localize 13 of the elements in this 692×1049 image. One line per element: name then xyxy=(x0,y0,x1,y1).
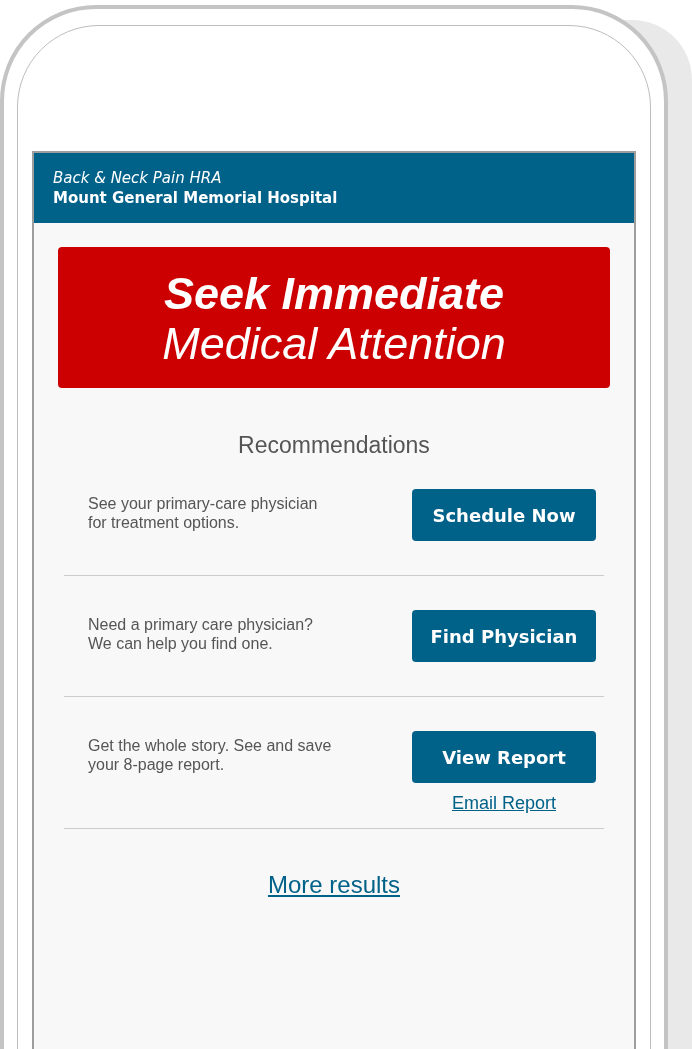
email-report-link[interactable]: Email Report xyxy=(451,793,556,814)
recommendation-text: Get the whole story. See and save your 8-page report. xyxy=(88,736,333,775)
recommendation-text: See your primary-care physician for treatment options. xyxy=(88,494,319,533)
action-button[interactable]: View Report xyxy=(412,731,596,783)
alert-text: Seek Immediate xyxy=(163,269,505,319)
more-results-link[interactable]: More results xyxy=(267,871,400,899)
action-button[interactable]: Schedule Now xyxy=(412,489,596,541)
action-button[interactable]: Find Physician xyxy=(412,610,596,662)
assessment-title: Back & Neck Pain HRA xyxy=(53,169,223,187)
section-title: Recommendations xyxy=(237,432,431,459)
hospital-name: Mount General Memorial Hospital xyxy=(53,189,339,207)
alert-text: Medical Attention xyxy=(162,318,506,368)
recommendation-text: Need a primary care physician? We can help you find one. xyxy=(88,615,314,654)
